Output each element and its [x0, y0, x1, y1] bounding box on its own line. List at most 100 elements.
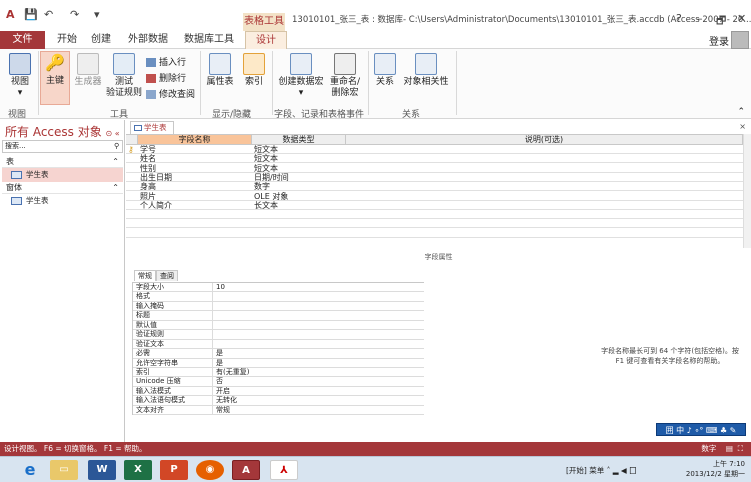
table-row[interactable] [126, 210, 743, 220]
word-icon[interactable]: W [88, 460, 116, 480]
table-row[interactable] [126, 229, 743, 238]
tab-design[interactable]: 设计 [245, 31, 287, 49]
property-row[interactable]: 必需 是 [133, 349, 424, 359]
table-row[interactable]: ⚷ 学号 短文本 [126, 145, 743, 154]
property-value[interactable] [212, 339, 425, 349]
property-value[interactable]: 是 [212, 358, 425, 368]
property-value[interactable]: 否 [212, 377, 425, 387]
property-row[interactable]: 允许空字符串 是 [133, 358, 425, 368]
property-value[interactable]: 无转化 [212, 396, 425, 406]
table-row[interactable] [126, 219, 743, 229]
ie-icon[interactable]: e [16, 460, 44, 480]
test-validation-rules-button[interactable]: 测试 验证规则 [104, 53, 144, 99]
property-row[interactable]: 验证文本 [133, 339, 425, 350]
field-name-cell[interactable]: 姓名 [140, 154, 156, 163]
grid-scrollbar[interactable] [743, 134, 751, 248]
access-icon[interactable]: A [232, 460, 260, 480]
property-sheet-button[interactable]: 属性表 [204, 53, 236, 88]
excel-icon[interactable]: X [124, 460, 152, 480]
property-value[interactable]: 常规 [212, 405, 425, 415]
create-data-macros-button[interactable]: 创建数据宏 ▾ [276, 53, 326, 99]
property-row[interactable]: 输入法语句模式 无转化 [133, 396, 425, 406]
restore-button[interactable]: 🗗 [716, 12, 726, 31]
collapse-ribbon-icon[interactable]: ⌃ [737, 107, 745, 117]
tab-lookup[interactable]: 查阅 [156, 270, 178, 281]
table-row[interactable]: 身高 数字 [126, 182, 743, 192]
tray-ime[interactable]: [开始] 菜单 ˄ ▂ ◀ 囗 [566, 465, 637, 476]
clock[interactable]: 上午 7:10 2013/12/2 星期一 [686, 459, 745, 479]
modify-lookups-button[interactable]: 修改查阅 [146, 87, 195, 100]
field-name-cell[interactable]: 性别 [140, 164, 156, 173]
field-name-cell[interactable]: 学号 [140, 145, 156, 154]
property-row[interactable]: Unicode 压缩 否 [133, 377, 425, 387]
property-row[interactable]: 标题 [133, 311, 425, 321]
help-button[interactable]: ? [676, 12, 682, 25]
table-row[interactable]: 个人简介 长文本 [126, 201, 743, 210]
table-row[interactable]: 性别 短文本 [126, 164, 743, 173]
tab-external-data[interactable]: 外部数据 [122, 31, 174, 49]
tab-general[interactable]: 常规 [134, 270, 156, 281]
delete-rows-button[interactable]: 删除行 [146, 71, 186, 84]
builder-button[interactable]: 生成器 [72, 53, 104, 88]
minimize-button[interactable]: – [697, 12, 703, 25]
nav-search-input[interactable]: 搜索... [2, 140, 123, 153]
data-type-cell[interactable]: 长文本 [254, 201, 278, 210]
view-button[interactable]: 视图 ▾ [4, 53, 36, 99]
ime-toolbar[interactable]: 囲 中 ♪ ∘° ⌨ ♣ ✎ [656, 423, 746, 436]
tab-file[interactable]: 文件 [0, 31, 45, 49]
table-row[interactable]: 照片 OLE 对象 [126, 192, 743, 201]
close-document-icon[interactable]: × [739, 122, 746, 131]
tab-home[interactable]: 开始 [52, 31, 82, 49]
insert-rows-button[interactable]: 插入行 [146, 55, 186, 68]
firefox-icon[interactable]: ◉ [196, 460, 224, 480]
property-value[interactable] [212, 311, 425, 321]
save-icon[interactable]: 💾 [24, 8, 38, 21]
table-row[interactable]: 出生日期 日期/时间 [126, 173, 743, 182]
explorer-icon[interactable]: ▭ [50, 460, 78, 480]
property-value[interactable]: 有(无重复) [212, 367, 425, 377]
table-row[interactable]: 姓名 短文本 [126, 154, 743, 164]
data-type-cell[interactable]: 数字 [254, 182, 270, 191]
property-value[interactable] [212, 320, 425, 330]
property-value[interactable] [212, 301, 425, 311]
undo-icon[interactable]: ↶ [44, 8, 53, 21]
rename-delete-macro-button[interactable]: 重命名/ 删除宏 [326, 53, 364, 99]
property-row[interactable]: 输入法模式 开启 [133, 386, 425, 397]
data-type-cell[interactable]: 短文本 [254, 154, 278, 163]
tab-database-tools[interactable]: 数据库工具 [178, 31, 240, 49]
primary-key-button[interactable]: 🔑 主键 [40, 51, 70, 105]
pdf-icon[interactable]: ⅄ [270, 460, 298, 480]
nav-item-student-form[interactable]: 学生表 [2, 194, 123, 208]
data-type-cell[interactable]: 短文本 [254, 145, 278, 154]
close-button[interactable]: ✕ [737, 12, 746, 25]
property-row[interactable]: 文本对齐 常规 [133, 405, 425, 416]
primary-key-icon[interactable]: ⚷ [128, 145, 134, 154]
login-link[interactable]: 登录 [709, 33, 729, 48]
field-name-cell[interactable]: 个人简介 [140, 201, 172, 210]
field-name-cell[interactable]: 身高 [140, 182, 156, 191]
data-type-cell[interactable]: OLE 对象 [254, 192, 288, 201]
property-value[interactable]: 开启 [212, 386, 425, 396]
object-dependencies-button[interactable]: 对象相关性 [400, 53, 452, 88]
doc-tab-student-table[interactable]: 学生表 [130, 121, 174, 134]
powerpoint-icon[interactable]: P [160, 460, 188, 480]
property-row[interactable]: 索引 有(无重复) [133, 367, 425, 378]
avatar[interactable] [731, 31, 749, 49]
property-value[interactable]: 10 [212, 283, 425, 292]
nav-section-tables[interactable]: 表 ⌃ [2, 156, 123, 168]
tab-create[interactable]: 创建 [86, 31, 116, 49]
property-row[interactable]: 默认值 [133, 320, 425, 331]
nav-item-student-table[interactable]: 学生表 [2, 168, 123, 182]
customize-icon[interactable]: ▾ [94, 8, 100, 21]
redo-icon[interactable]: ↷ [70, 8, 79, 21]
nav-title[interactable]: 所有 Access 对象 ⊙ « [5, 123, 120, 140]
property-value[interactable] [212, 330, 425, 340]
property-value[interactable] [212, 292, 425, 302]
nav-section-forms[interactable]: 窗体 ⌃ [2, 182, 123, 194]
field-name-cell[interactable]: 出生日期 [140, 173, 172, 182]
property-row[interactable]: 格式 [133, 292, 425, 302]
indexes-button[interactable]: 索引 [240, 53, 268, 88]
field-name-cell[interactable]: 照片 [140, 192, 156, 201]
data-type-cell[interactable]: 日期/时间 [254, 173, 289, 182]
relationships-button[interactable]: 关系 [372, 53, 398, 88]
